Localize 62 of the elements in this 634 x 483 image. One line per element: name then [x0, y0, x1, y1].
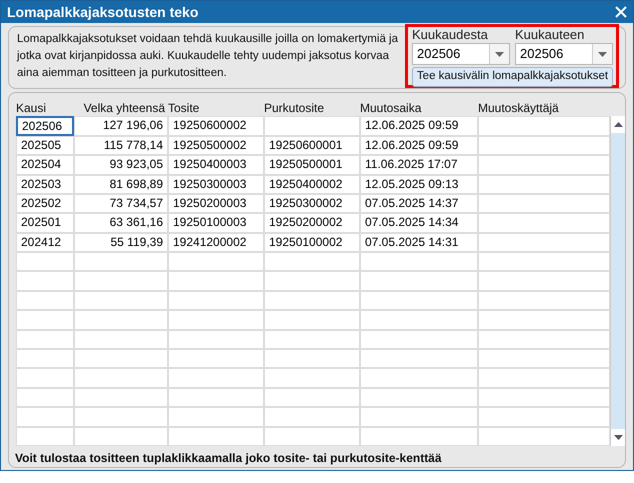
close-icon[interactable]	[615, 6, 627, 18]
table-cell[interactable]: 202501	[16, 213, 74, 233]
table-cell[interactable]: 202412	[16, 232, 74, 252]
table-cell[interactable]: 73 734,57	[74, 194, 168, 214]
table-cell[interactable]: 202502	[16, 194, 74, 214]
table-cell[interactable]: 19241200002	[168, 232, 264, 252]
table-cell[interactable]: 19250400003	[168, 155, 264, 175]
column-header[interactable]: Kausi	[15, 100, 73, 116]
column-header[interactable]: Purkutosite	[263, 100, 359, 116]
table-cell[interactable]: 19250100003	[168, 213, 264, 233]
table-cell[interactable]: 19250600001	[264, 136, 360, 156]
table-cell[interactable]	[478, 116, 610, 136]
caret-icon	[598, 52, 607, 57]
footer-text: Voit tulostaa tositteen tuplaklikkaamalla joko tosite- tai purkutosite-kenttää	[15, 450, 443, 467]
table-cell[interactable]: 12.05.2025 09:13	[360, 174, 478, 194]
table-cell[interactable]: 19250300003	[168, 174, 264, 194]
table-cell[interactable]: 202506	[16, 116, 74, 136]
field-label: Kuukauteen	[515, 27, 586, 44]
table-cell[interactable]: 81 698,89	[74, 174, 168, 194]
table-cell[interactable]	[478, 213, 610, 233]
table-cell[interactable]: 202505	[16, 136, 74, 156]
table-cell[interactable]	[478, 232, 610, 252]
table-cell[interactable]: 19250500002	[168, 136, 264, 156]
table-cell[interactable]: 19250200003	[168, 194, 264, 214]
table-cell[interactable]: 12.06.2025 09:59	[360, 136, 478, 156]
table-cell[interactable]: 07.05.2025 14:31	[360, 232, 478, 252]
period-select[interactable]: 202506	[515, 43, 613, 66]
table-cell[interactable]: 11.06.2025 17:07	[360, 155, 478, 175]
scrollbar[interactable]	[610, 116, 625, 446]
table-cell[interactable]	[478, 174, 610, 194]
table-cell[interactable]: 19250400002	[264, 174, 360, 194]
column-header[interactable]: Velka yhteensä	[73, 100, 167, 116]
table-cell[interactable]: 19250300002	[264, 194, 360, 214]
table-cell[interactable]: 202504	[16, 155, 74, 175]
table-cell[interactable]: 55 119,39	[74, 232, 168, 252]
table-cell[interactable]: 07.05.2025 14:34	[360, 213, 478, 233]
table-cell[interactable]	[478, 194, 610, 214]
table-cell[interactable]: 19250200002	[264, 213, 360, 233]
table-cell[interactable]: 127 196,06	[74, 116, 168, 136]
table-cell[interactable]: 115 778,14	[74, 136, 168, 156]
column-header[interactable]: Muutoskäyttäjä	[477, 100, 609, 116]
scroll-up-icon[interactable]	[614, 122, 622, 128]
column-header[interactable]: Tosite	[167, 100, 263, 116]
column-header[interactable]: Muutosaika	[359, 100, 477, 116]
table-cell[interactable]	[478, 136, 610, 156]
table-cell[interactable]: 202503	[16, 174, 74, 194]
table-cell[interactable]: 93 923,05	[74, 155, 168, 175]
table-cell[interactable]: 12.06.2025 09:59	[360, 116, 478, 136]
table-cell[interactable]: 63 361,16	[74, 213, 168, 233]
caret-icon	[495, 52, 504, 57]
scroll-down-icon[interactable]	[614, 435, 622, 440]
period-select[interactable]: 202506	[412, 43, 510, 66]
window-title: Lomapalkkajaksotusten teko	[7, 2, 198, 22]
table-cell[interactable]: 19250100002	[264, 232, 360, 252]
run-button[interactable]: Tee kausivälin lomapalkkajaksotukset	[412, 67, 613, 87]
table-cell[interactable]	[478, 155, 610, 175]
table-cell[interactable]: 19250600002	[168, 116, 264, 136]
info-text: Lomapalkkajaksotukset voidaan tehdä kuukausille joilla on lomakertymiä ja jotka ovat kirjanpidossa auki. Kuukaudelle tehty uudempi jaksotus korvaa aina aiemman tositteen ja purkutositteen.	[16, 32, 399, 82]
field-label: Kuukaudesta	[412, 27, 489, 44]
table-cell[interactable]: 07.05.2025 14:37	[360, 194, 478, 214]
table-cell[interactable]: 19250500001	[264, 155, 360, 175]
table-cell[interactable]	[264, 116, 360, 136]
